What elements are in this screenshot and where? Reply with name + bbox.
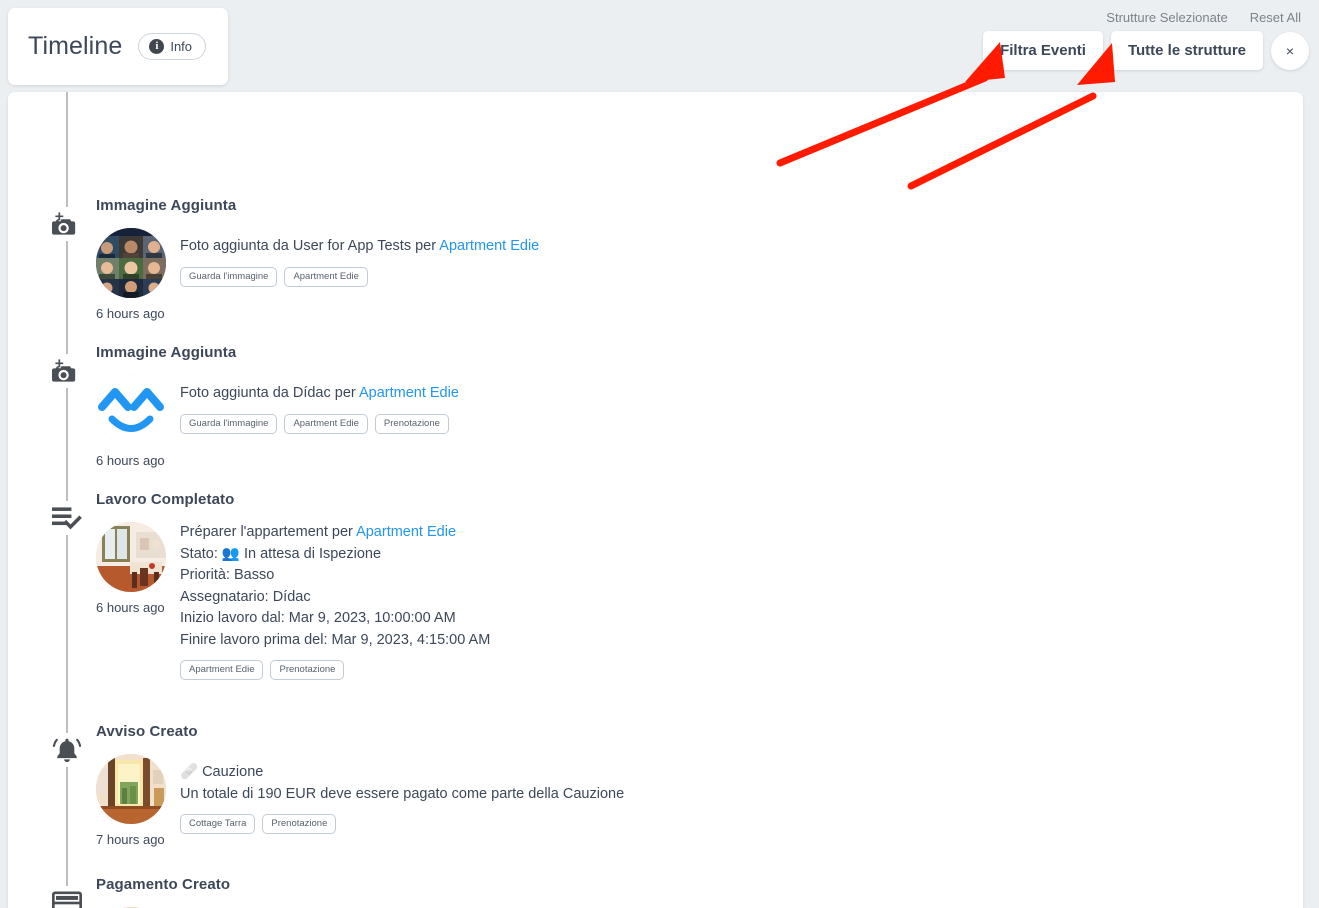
event-timestamp: 7 hours ago [96, 832, 165, 847]
add-photo-icon [44, 354, 90, 388]
timeline-event: Lavoro Completato 6 hours ago Préparer l'a… [8, 491, 1303, 680]
info-button-label: Info [170, 39, 192, 54]
event-title: Lavoro Completato [96, 491, 1303, 508]
property-link[interactable]: Apartment Edie [439, 238, 539, 254]
event-line-text: Un totale di 190 EUR deve essere pagato … [180, 786, 624, 802]
event-line: Stato: 👥 In attesa di Ispezione [180, 544, 1303, 566]
event-title: Immagine Aggiunta [96, 197, 1303, 214]
task-complete-icon [44, 501, 90, 535]
property-link[interactable]: Apartment Edie [359, 385, 459, 401]
event-line-text: Stato: 👥 In attesa di Ispezione [180, 546, 381, 562]
selected-properties-label: Strutture Selezionate [1106, 10, 1227, 25]
event-line: Assegnatario: Dídac [180, 587, 1303, 609]
credit-card-icon [44, 886, 90, 908]
event-chip[interactable]: Apartment Edie [180, 660, 263, 680]
event-chip[interactable]: Apartment Edie [284, 414, 367, 434]
event-timestamp: 6 hours ago [96, 306, 165, 321]
timeline-event: Pagamento Creato€10.00 Ricevuto attraver… [8, 876, 1303, 908]
event-timestamp: 6 hours ago [96, 600, 165, 615]
avatar[interactable] [96, 375, 166, 445]
toolbar: Strutture Selezionate Reset All Filtra E… [983, 8, 1309, 70]
event-line: Foto aggiunta da Dídac per Apartment Edi… [180, 383, 1303, 405]
event-body: 7 hours ago 🩹 Cauzione Un totale di 190 EU… [96, 754, 1303, 847]
event-line: Préparer l'appartement per Apartment Edi… [180, 522, 1303, 544]
event-line-text: Finire lavoro prima del: Mar 9, 2023, 4:… [180, 632, 490, 648]
timeline-page: Timeline i Info Strutture Selezionate Re… [0, 0, 1319, 908]
event-body: 6 hours ago Foto aggiunta da User for App… [96, 228, 1303, 321]
avatar[interactable] [96, 228, 166, 298]
avatar[interactable] [96, 754, 166, 824]
event-chip-row: Cottage Tarra Prenotazione [180, 814, 1303, 834]
event-line-text: Assegnatario: Dídac [180, 589, 311, 605]
event-line-text: Foto aggiunta da Dídac per [180, 385, 359, 401]
timeline-event: Avviso Creato 7 hours ago 🩹 Cauzione Un tot… [8, 723, 1303, 847]
event-chip[interactable]: Prenotazione [270, 660, 344, 680]
event-chip-row: Apartment Edie Prenotazione [180, 660, 1303, 680]
event-chip[interactable]: Prenotazione [262, 814, 336, 834]
event-content: Préparer l'appartement per Apartment Edi… [180, 522, 1303, 680]
event-line-text: Priorità: Basso [180, 567, 274, 583]
info-circle-icon: i [149, 39, 164, 54]
timeline-event: Immagine Aggiunta 6 hours ago Foto aggiunt… [8, 197, 1303, 321]
event-line: Finire lavoro prima del: Mar 9, 2023, 4:… [180, 630, 1303, 652]
event-body: 6 hours ago Préparer l'appartement per Ap… [96, 522, 1303, 680]
event-line: Un totale di 190 EUR deve essere pagato … [180, 784, 1303, 806]
event-timestamp: 6 hours ago [96, 453, 165, 468]
event-line-text: Inizio lavoro dal: Mar 9, 2023, 10:00:00… [180, 610, 456, 626]
event-chip[interactable]: Prenotazione [375, 414, 449, 434]
all-properties-button[interactable]: Tutte le strutture [1111, 31, 1263, 70]
avatar[interactable] [96, 522, 166, 592]
event-content: Foto aggiunta da Dídac per Apartment Edi… [180, 375, 1303, 468]
info-button[interactable]: i Info [138, 33, 206, 60]
toolbar-labels: Strutture Selezionate Reset All [1106, 8, 1309, 26]
page-title: Timeline [28, 32, 122, 61]
event-chip[interactable]: Cottage Tarra [180, 814, 255, 834]
event-line: Priorità: Basso [180, 565, 1303, 587]
event-chip[interactable]: Guarda l'immagine [180, 414, 277, 434]
event-title: Pagamento Creato [96, 876, 1303, 893]
property-link[interactable]: Apartment Edie [356, 524, 456, 540]
event-chip[interactable]: Apartment Edie [284, 267, 367, 287]
event-title: Immagine Aggiunta [96, 344, 1303, 361]
event-content: 🩹 Cauzione Un totale di 190 EUR deve esse… [180, 754, 1303, 847]
close-button[interactable]: × [1271, 32, 1309, 70]
toolbar-buttons: Filtra Eventi Tutte le strutture × [983, 31, 1309, 70]
event-chip-row: Guarda l'immagine Apartment Edie Prenotazi… [180, 414, 1303, 434]
add-photo-icon [44, 207, 90, 241]
timeline-card: Immagine Aggiunta 6 hours ago Foto aggiunt… [8, 92, 1303, 908]
filter-events-button[interactable]: Filtra Eventi [983, 31, 1103, 70]
reset-all-button[interactable]: Reset All [1250, 10, 1301, 25]
event-line: Foto aggiunta da User for App Tests per … [180, 236, 1303, 258]
event-line: 🩹 Cauzione [180, 762, 1303, 784]
timeline-event: Immagine Aggiunta 6 hours ago Foto aggiunt… [8, 344, 1303, 468]
event-line-text: Préparer l'appartement per [180, 524, 356, 540]
event-line: Inizio lavoro dal: Mar 9, 2023, 10:00:00… [180, 608, 1303, 630]
event-line-text: 🩹 Cauzione [180, 764, 263, 780]
event-chip-row: Guarda l'immagine Apartment Edie [180, 267, 1303, 287]
top-bar: Timeline i Info Strutture Selezionate Re… [0, 0, 1319, 92]
bell-icon [44, 733, 90, 767]
event-body: 6 hours ago Foto aggiunta da Dídac per Ap… [96, 375, 1303, 468]
event-title: Avviso Creato [96, 723, 1303, 740]
event-chip[interactable]: Guarda l'immagine [180, 267, 277, 287]
event-content: Foto aggiunta da User for App Tests per … [180, 228, 1303, 321]
event-line-text: Foto aggiunta da User for App Tests per [180, 238, 439, 254]
title-card: Timeline i Info [8, 8, 228, 85]
